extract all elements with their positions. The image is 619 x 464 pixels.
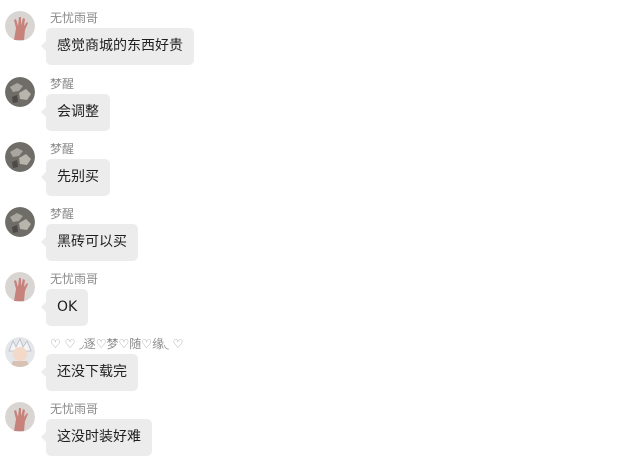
- stone-avatar[interactable]: [5, 142, 35, 172]
- sender-name: 无忧雨哥: [50, 402, 99, 416]
- chat-message-list: 无忧雨哥 感觉商城的东西好贵 梦醒 会调整 梦醒 先别买 梦醒 黑砖可以买 无忧…: [0, 0, 619, 462]
- sender-name: 梦醒: [50, 142, 75, 156]
- sender-name: ♡ ♡ ◞逐♡梦♡随♡缘◟ ♡: [50, 337, 184, 351]
- chat-message: 无忧雨哥 这没时装好难: [0, 402, 619, 464]
- chat-message: 梦醒 会调整: [0, 77, 619, 139]
- stone-avatar[interactable]: [5, 207, 35, 237]
- chat-message: 梦醒 黑砖可以买: [0, 207, 619, 269]
- message-bubble[interactable]: OK: [40, 289, 89, 326]
- sender-name: 无忧雨哥: [50, 272, 99, 286]
- hand-avatar[interactable]: [5, 272, 35, 302]
- hand-avatar[interactable]: [5, 11, 35, 41]
- message-bubble[interactable]: 先别买: [41, 159, 110, 196]
- sender-name: 无忧雨哥: [50, 11, 99, 25]
- anime-avatar[interactable]: [5, 337, 35, 367]
- chat-message: 梦醒 先别买: [0, 142, 619, 204]
- chat-message: ♡ ♡ ◞逐♡梦♡随♡缘◟ ♡ 还没下载完: [0, 337, 619, 399]
- message-bubble[interactable]: 还没下载完: [41, 354, 138, 391]
- message-bubble[interactable]: 会调整: [41, 94, 110, 131]
- sender-name: 梦醒: [50, 77, 75, 91]
- message-bubble[interactable]: 黑砖可以买: [41, 224, 138, 261]
- sender-name: 梦醒: [50, 207, 75, 221]
- hand-avatar[interactable]: [5, 402, 35, 432]
- chat-message: 无忧雨哥 OK: [0, 272, 619, 334]
- message-bubble[interactable]: 这没时装好难: [41, 419, 152, 456]
- chat-message: 无忧雨哥 感觉商城的东西好贵: [0, 11, 619, 73]
- message-bubble[interactable]: 感觉商城的东西好贵: [41, 28, 194, 65]
- stone-avatar[interactable]: [5, 77, 35, 107]
